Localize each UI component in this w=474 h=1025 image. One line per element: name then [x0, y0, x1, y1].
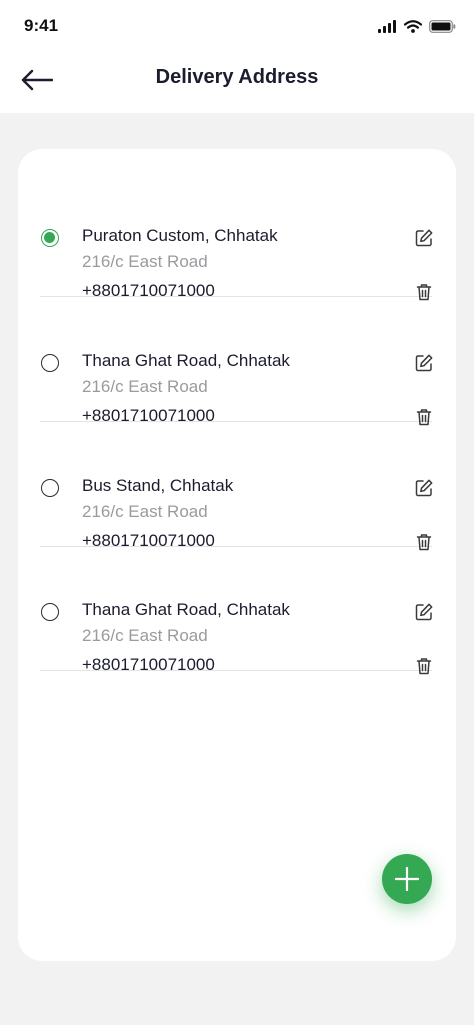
add-address-button[interactable] [382, 854, 432, 904]
address-name: Puraton Custom, Chhatak [82, 226, 278, 245]
address-name: Bus Stand, Chhatak [82, 476, 234, 495]
plus-icon [395, 867, 419, 891]
address-name: Thana Ghat Road, Chhatak [82, 600, 290, 619]
status-time: 9:41 [24, 16, 59, 35]
address-radio[interactable] [41, 354, 59, 372]
address-phone: +8801710071000 [82, 655, 215, 674]
address-item: Puraton Custom, Chhatak 216/c East Road … [40, 172, 433, 301]
address-item: Thana Ghat Road, Chhatak 216/c East Road… [40, 546, 433, 675]
address-street: 216/c East Road [82, 252, 208, 271]
address-street: 216/c East Road [82, 377, 208, 396]
edit-address-button[interactable] [414, 602, 436, 624]
address-name: Thana Ghat Road, Chhatak [82, 351, 290, 370]
battery-icon [429, 19, 456, 33]
page-title: Delivery Address [155, 66, 319, 88]
address-radio[interactable] [41, 603, 59, 621]
address-item: Bus Stand, Chhatak 216/c East Road +8801… [40, 422, 433, 551]
wifi-icon [404, 19, 422, 33]
address-radio[interactable] [41, 229, 59, 247]
address-street: 216/c East Road [82, 626, 208, 645]
edit-address-button[interactable] [414, 478, 436, 500]
edit-address-button[interactable] [414, 353, 436, 375]
address-radio[interactable] [41, 479, 59, 497]
address-list: Puraton Custom, Chhatak 216/c East Road … [18, 149, 456, 961]
trash-icon [416, 658, 432, 675]
edit-icon [415, 354, 433, 372]
edit-address-button[interactable] [414, 228, 436, 250]
status-icons [378, 18, 456, 34]
address-street: 216/c East Road [82, 502, 208, 521]
edit-icon [415, 479, 433, 497]
app-header: 9:41 Delivery Address [0, 0, 474, 113]
address-item: Thana Ghat Road, Chhatak 216/c East Road… [40, 297, 433, 426]
edit-icon [415, 229, 433, 247]
signal-icon [378, 19, 396, 33]
delete-address-button[interactable] [414, 656, 436, 678]
edit-icon [415, 603, 433, 621]
